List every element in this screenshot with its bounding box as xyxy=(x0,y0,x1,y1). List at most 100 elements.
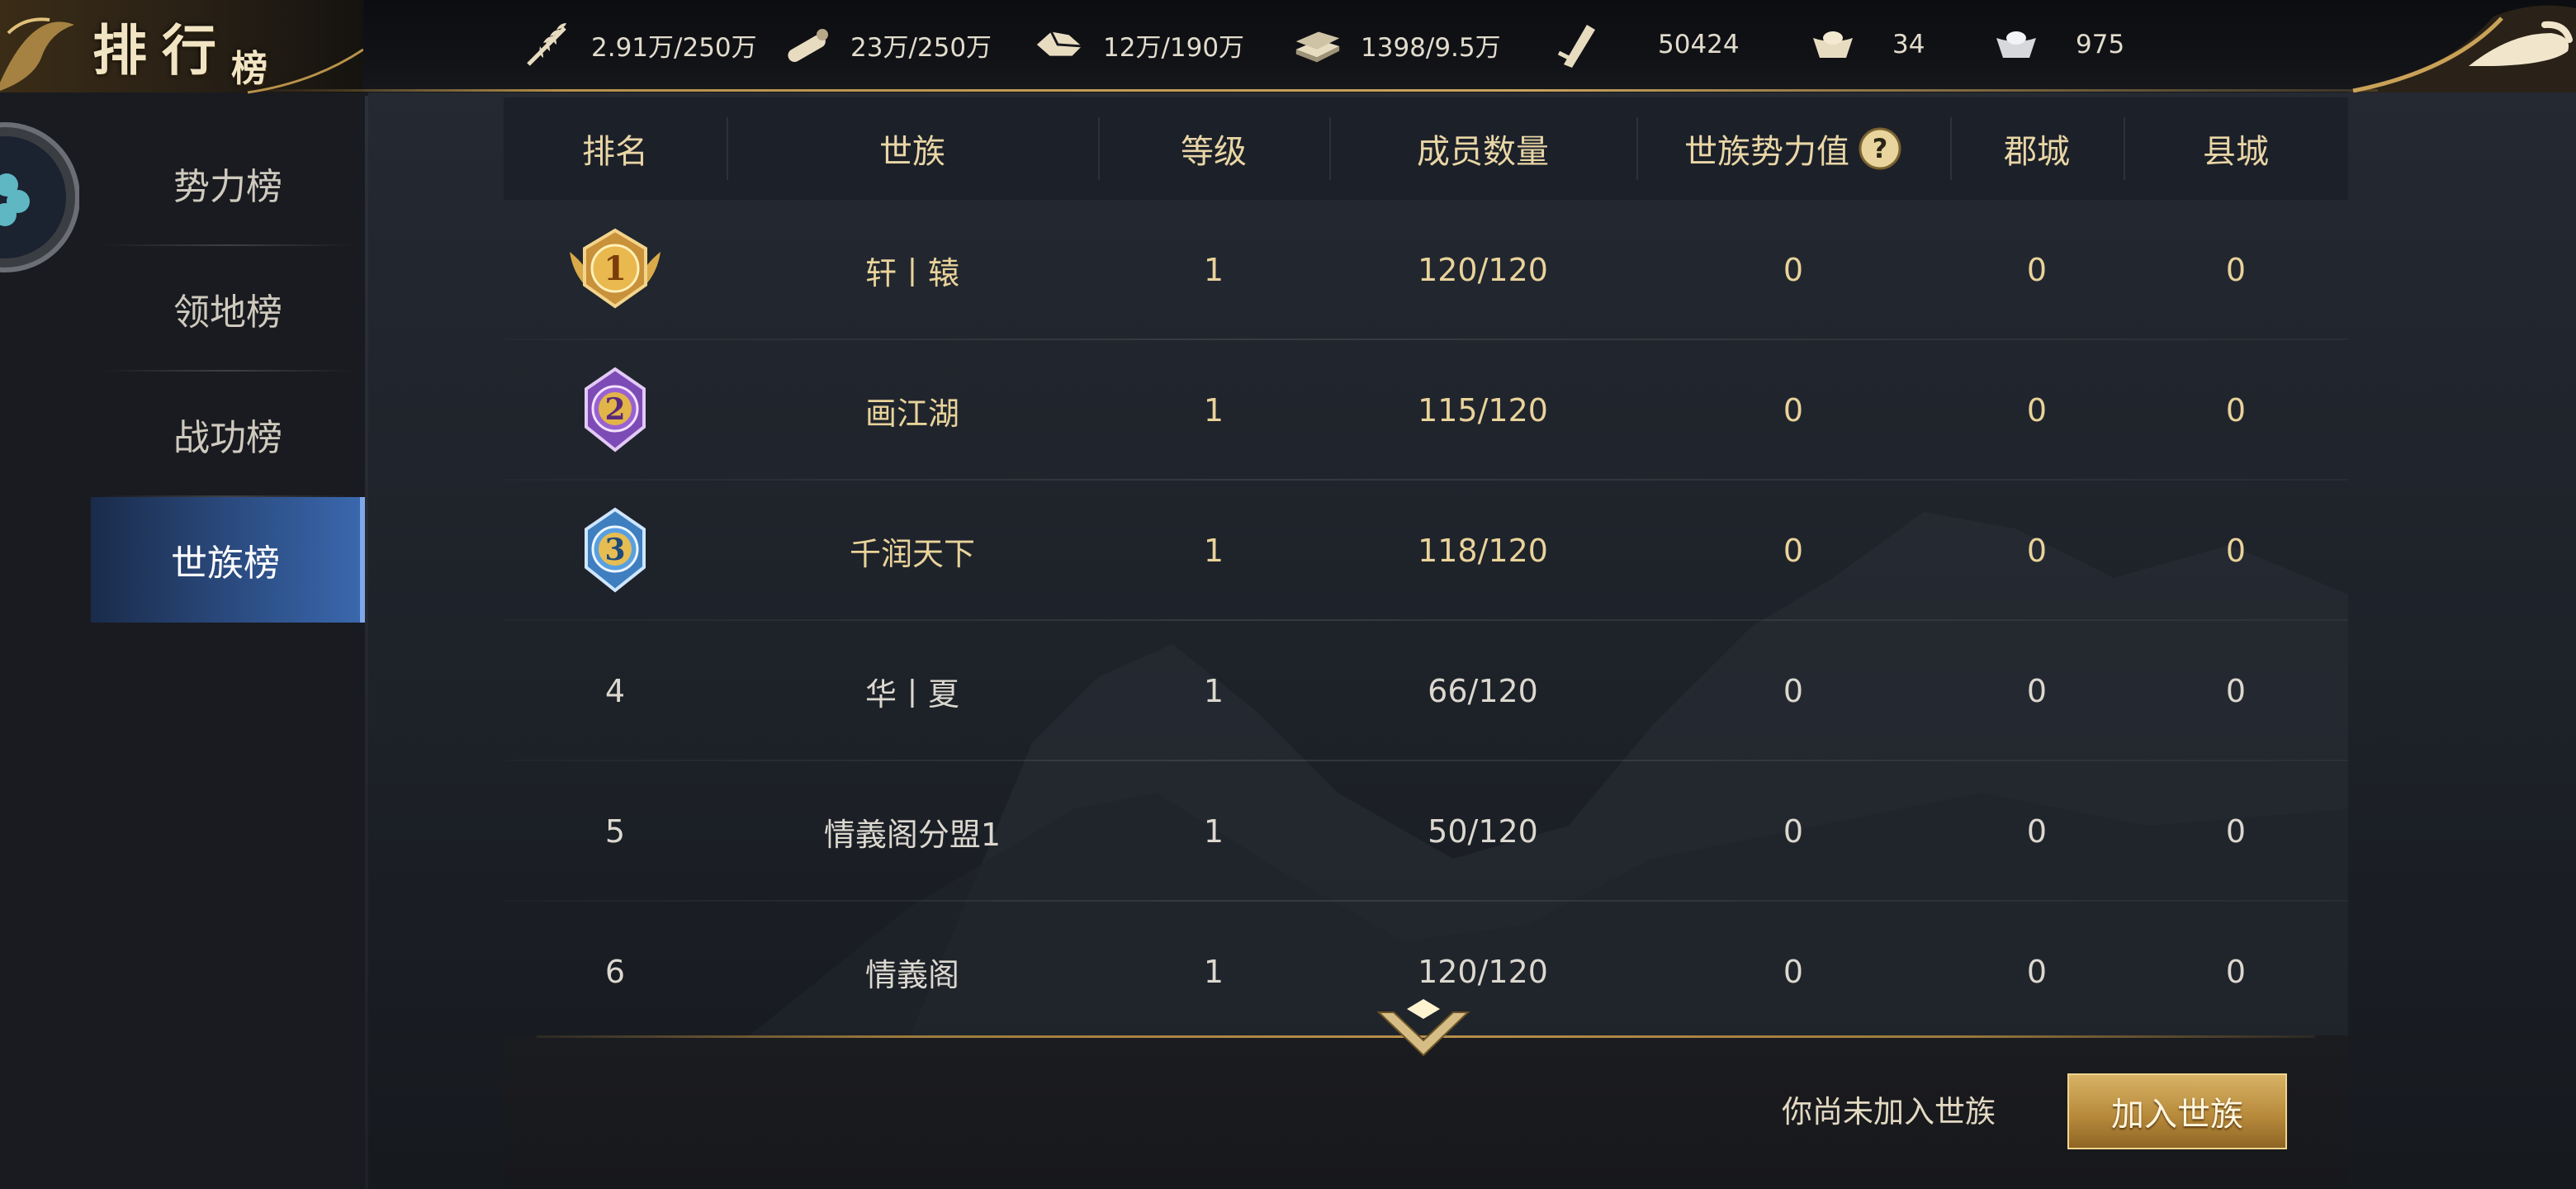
prefecture-cell: 0 xyxy=(2026,813,2048,850)
power-cell: 0 xyxy=(1783,533,1804,569)
members-cell: 115/120 xyxy=(1418,392,1548,429)
rank-cell: 5 xyxy=(604,813,626,850)
military-order-value: 50424 xyxy=(1658,30,1740,59)
table-row[interactable]: 4 华丨夏 1 66/120 0 0 0 xyxy=(504,621,2348,761)
column-header-members: 成员数量 xyxy=(1329,97,1636,200)
clan-name-cell: 情義阁分盟1 xyxy=(823,816,1002,853)
resource-silver[interactable]: 975 xyxy=(1990,18,2124,71)
iron-ingot-icon xyxy=(1291,18,1344,71)
column-header-power: 世族势力值 ? xyxy=(1636,97,1950,200)
sidebar-divider xyxy=(365,96,368,1189)
scroll-down-icon[interactable] xyxy=(1374,997,1473,1067)
rank-cell: 3 xyxy=(504,481,727,621)
power-header-label: 世族势力值 xyxy=(1684,133,1849,171)
table-header: 排名 世族 等级 成员数量 世族势力值 ? 郡城 县城 xyxy=(504,97,2348,200)
level-cell: 1 xyxy=(1203,533,1224,569)
clan-ranking-table: 排名 世族 等级 成员数量 世族势力值 ? 郡城 县城 1 轩丨辕 1 120/… xyxy=(504,97,2348,1042)
level-cell: 1 xyxy=(1203,252,1224,288)
sidebar-item-label: 领地榜 xyxy=(173,291,282,334)
wheat-icon xyxy=(522,18,575,71)
sidebar-item-territory-ranking[interactable]: 领地榜 xyxy=(91,246,365,372)
county-cell: 0 xyxy=(2225,252,2247,288)
rank-cell: 2 xyxy=(504,340,727,481)
return-button[interactable] xyxy=(2328,0,2576,92)
sidebar-item-merit-ranking[interactable]: 战功榜 xyxy=(91,372,365,497)
resource-gold[interactable]: 34 xyxy=(1807,18,1925,71)
gold-rank-1-icon: 1 xyxy=(570,228,661,309)
rank-cell: 1 xyxy=(504,200,727,340)
members-cell: 66/120 xyxy=(1428,673,1538,709)
column-header-level: 等级 xyxy=(1098,97,1329,200)
resource-wood[interactable]: 23万/250万 xyxy=(781,18,992,71)
power-cell: 0 xyxy=(1783,252,1804,288)
clan-status-text: 你尚未加入世族 xyxy=(1782,1094,1996,1130)
county-cell: 0 xyxy=(2225,954,2247,990)
gold-value: 34 xyxy=(1892,30,1925,59)
sidebar-item-power-ranking[interactable]: 势力榜 xyxy=(91,121,365,246)
silver-ingot-icon xyxy=(1990,18,2043,71)
military-order-icon xyxy=(1549,18,1602,71)
resource-food[interactable]: 2.91万/250万 xyxy=(522,18,757,71)
prefecture-cell: 0 xyxy=(2026,392,2048,429)
rank-cell: 4 xyxy=(604,673,626,709)
resource-stone[interactable]: 12万/190万 xyxy=(1034,18,1244,71)
svg-text:?: ? xyxy=(1873,133,1888,164)
purple-rank-2-icon: 2 xyxy=(585,367,646,452)
prefecture-cell: 0 xyxy=(2026,954,2048,990)
food-value: 2.91万/250万 xyxy=(591,32,757,63)
rank-cell: 6 xyxy=(604,954,626,990)
column-header-prefecture: 郡城 xyxy=(1950,97,2124,200)
clan-name-cell: 画江湖 xyxy=(864,395,959,432)
power-cell: 0 xyxy=(1783,813,1804,850)
power-cell: 0 xyxy=(1783,673,1804,709)
power-cell: 0 xyxy=(1783,954,1804,990)
svg-text:3: 3 xyxy=(604,533,625,567)
join-clan-button[interactable]: 加入世族 xyxy=(2067,1073,2287,1149)
column-header-rank: 排名 xyxy=(582,133,648,171)
county-cell: 0 xyxy=(2225,533,2247,569)
page-title: 排行榜 xyxy=(92,18,268,90)
level-cell: 1 xyxy=(1203,392,1224,429)
county-cell: 0 xyxy=(2225,813,2247,850)
wood-icon xyxy=(781,18,834,71)
table-row[interactable]: 5 情義阁分盟1 1 50/120 0 0 0 xyxy=(504,761,2348,902)
stone-value: 12万/190万 xyxy=(1103,32,1245,63)
svg-text:2: 2 xyxy=(604,392,625,427)
power-cell: 0 xyxy=(1783,392,1804,429)
clan-name-cell: 千润天下 xyxy=(849,535,975,572)
gold-ingot-icon xyxy=(1807,18,1859,71)
top-divider xyxy=(248,89,2378,92)
top-bar: 排行榜 2.91万/250万 23万/250万 12万/190万 1398/9.… xyxy=(0,0,2576,94)
county-cell: 0 xyxy=(2225,673,2247,709)
iron-value: 1398/9.5万 xyxy=(1361,32,1501,63)
avatar[interactable] xyxy=(0,119,79,276)
help-icon[interactable]: ? xyxy=(1858,126,1902,171)
resource-military-order[interactable]: 50424 xyxy=(1549,18,1740,71)
column-header-clan: 世族 xyxy=(727,97,1098,200)
sidebar-item-label: 世族榜 xyxy=(171,542,280,585)
blue-rank-3-icon: 3 xyxy=(585,507,646,593)
level-cell: 1 xyxy=(1203,954,1224,990)
table-row[interactable]: 3 千润天下 1 118/120 0 0 0 xyxy=(504,481,2348,621)
silver-value: 975 xyxy=(2076,30,2125,59)
members-cell: 118/120 xyxy=(1418,533,1548,569)
members-cell: 50/120 xyxy=(1428,813,1538,850)
sidebar-item-label: 势力榜 xyxy=(173,166,282,208)
level-cell: 1 xyxy=(1203,813,1224,850)
members-cell: 120/120 xyxy=(1418,252,1548,288)
level-cell: 1 xyxy=(1203,673,1224,709)
prefecture-cell: 0 xyxy=(2026,252,2048,288)
clan-name-cell: 情義阁 xyxy=(864,956,959,993)
county-cell: 0 xyxy=(2225,392,2247,429)
table-row[interactable]: 1 轩丨辕 1 120/120 0 0 0 xyxy=(504,200,2348,340)
clan-name-cell: 轩丨辕 xyxy=(864,254,959,291)
ranking-sidebar: 势力榜 领地榜 战功榜 世族榜 xyxy=(91,121,365,623)
wood-value: 23万/250万 xyxy=(850,32,992,63)
svg-text:1: 1 xyxy=(604,249,627,288)
column-header-county: 县城 xyxy=(2124,97,2348,200)
resource-iron[interactable]: 1398/9.5万 xyxy=(1291,18,1501,71)
table-row[interactable]: 2 画江湖 1 115/120 0 0 0 xyxy=(504,340,2348,481)
prefecture-cell: 0 xyxy=(2026,673,2048,709)
prefecture-cell: 0 xyxy=(2026,533,2048,569)
sidebar-item-clan-ranking[interactable]: 世族榜 xyxy=(91,497,365,623)
